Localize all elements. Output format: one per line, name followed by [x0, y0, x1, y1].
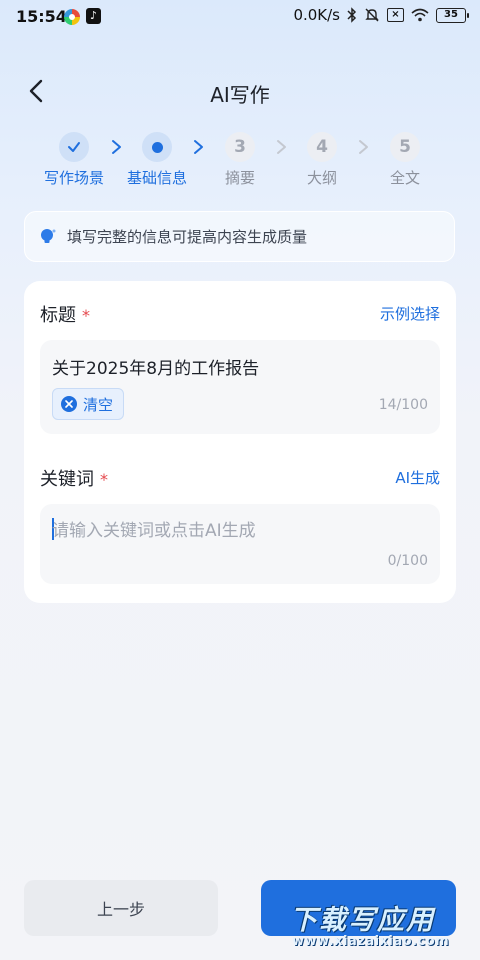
app-header: AI写作: [0, 70, 480, 114]
watermark-logo: 下载写应用 www.xiazaixiao.com: [270, 884, 480, 960]
mute-bell-icon: [365, 8, 379, 22]
keywords-label-text: 关键词: [40, 469, 94, 490]
wifi-icon: [411, 8, 429, 22]
step-number: 3: [225, 132, 255, 162]
network-speed: 0.0K/s: [293, 6, 340, 24]
step-label: 大纲: [306, 169, 337, 187]
title-label-text: 标题: [40, 305, 76, 326]
title-input[interactable]: 关于2025年8月的工作报告 清空 14/100: [40, 340, 440, 434]
title-char-counter: 14/100: [378, 397, 428, 413]
clear-button[interactable]: 清空: [52, 388, 125, 420]
ai-generate-link[interactable]: AI生成: [395, 467, 440, 488]
keywords-placeholder[interactable]: 请输入关键词或点击AI生成: [52, 516, 256, 541]
step-basic-info[interactable]: 基础信息: [117, 132, 197, 188]
status-bar: 15:54 ♪ 0.0K/s × 35: [0, 0, 480, 34]
step-label: 基础信息: [126, 169, 187, 187]
keywords-label: 关键词 *: [40, 465, 108, 491]
step-active-circle: [142, 132, 172, 162]
form-card: 标题 * 示例选择 关于2025年8月的工作报告 清空 14/100 关键词 * A…: [24, 281, 456, 603]
check-icon: [68, 142, 80, 152]
previous-step-button[interactable]: 上一步: [24, 880, 218, 936]
lightbulb-icon: [41, 228, 56, 243]
step-label: 写作场景: [43, 169, 104, 187]
page-title: AI写作: [210, 83, 270, 107]
watermark-url: www.xiazaixiao.com: [292, 934, 450, 949]
example-select-link[interactable]: 示例选择: [380, 303, 440, 324]
step-label: 摘要: [224, 169, 255, 187]
step-indicator: 写作场景 基础信息 3 摘要 4 大纲 5 全文: [0, 132, 480, 192]
step-full-text[interactable]: 5 全文: [365, 132, 445, 188]
app-notification-icon: [64, 9, 80, 25]
active-dot-icon: [151, 141, 163, 153]
tiktok-notification-icon: ♪: [86, 8, 101, 24]
step-label: 全文: [389, 169, 420, 187]
keywords-field-header: 关键词 * AI生成: [40, 465, 440, 491]
tip-banner: 填写完整的信息可提高内容生成质量: [24, 211, 455, 262]
title-input-value[interactable]: 关于2025年8月的工作报告: [52, 354, 259, 379]
step-outline[interactable]: 4 大纲: [282, 132, 362, 188]
keywords-input[interactable]: 请输入关键词或点击AI生成 0/100: [40, 504, 440, 584]
required-mark: *: [82, 306, 90, 325]
title-field-header: 标题 * 示例选择: [40, 301, 440, 327]
step-summary[interactable]: 3 摘要: [200, 132, 280, 188]
step-number: 4: [307, 132, 337, 162]
sim-disabled-icon: ×: [387, 8, 404, 22]
required-mark: *: [100, 470, 108, 489]
step-done-circle: [59, 132, 89, 162]
status-time: 15:54: [16, 7, 67, 26]
clear-button-label: 清空: [83, 395, 114, 414]
step-writing-scene[interactable]: 写作场景: [34, 132, 114, 188]
status-indicators: 0.0K/s × 35: [293, 6, 469, 24]
title-label: 标题 *: [40, 301, 90, 327]
tip-text: 填写完整的信息可提高内容生成质量: [67, 228, 308, 246]
close-circle-icon: [61, 396, 77, 412]
step-number: 5: [390, 132, 420, 162]
battery-icon: 35: [436, 7, 469, 23]
watermark-title: 下载写应用: [290, 905, 435, 936]
bluetooth-icon: [347, 7, 357, 23]
keywords-char-counter: 0/100: [387, 553, 428, 569]
